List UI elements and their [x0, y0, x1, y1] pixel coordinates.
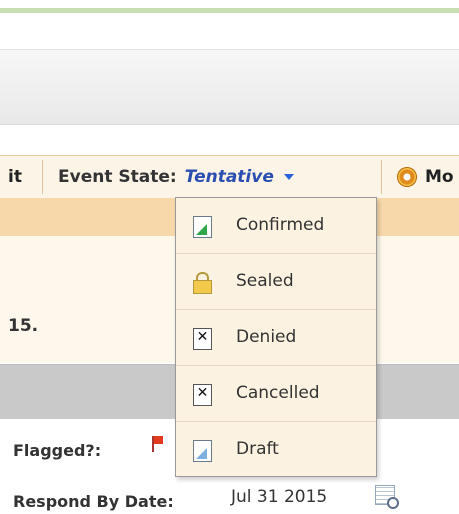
menu-item-sealed[interactable]: Sealed	[176, 254, 376, 310]
more-menu-label: Mo	[425, 167, 454, 187]
respond-by-label: Respond By Date:	[13, 492, 174, 511]
menu-item-label: Sealed	[236, 271, 294, 291]
confirmed-doc-icon	[193, 216, 212, 238]
x-box-icon: ✕	[193, 384, 212, 406]
event-toolbar: it Event State: Tentative Mo	[0, 155, 459, 199]
flagged-label: Flagged?:	[13, 441, 102, 460]
menu-item-label: Confirmed	[236, 215, 325, 235]
header-band	[0, 49, 459, 125]
menu-item-denied[interactable]: ✕ Denied	[176, 310, 376, 366]
toolbar-separator	[381, 160, 382, 194]
calendar-icon[interactable]	[375, 485, 399, 509]
chevron-down-icon	[283, 174, 294, 180]
event-state-dropdown-button[interactable]: Event State: Tentative	[58, 156, 294, 198]
menu-item-draft[interactable]: Draft	[176, 422, 376, 477]
toolbar-separator	[42, 160, 43, 194]
gear-icon	[397, 167, 417, 187]
menu-item-label: Cancelled	[236, 383, 320, 403]
more-menu-button[interactable]: Mo	[397, 156, 454, 198]
x-box-icon: ✕	[193, 328, 212, 350]
draft-doc-icon	[193, 440, 212, 462]
event-state-value: Tentative	[184, 167, 274, 187]
respond-by-value[interactable]: Jul 31 2015	[231, 487, 327, 507]
event-state-label: Event State:	[58, 167, 177, 187]
event-state-menu: Confirmed Sealed ✕ Denied ✕ Cancelled Dr…	[175, 197, 377, 477]
top-accent-line	[0, 0, 459, 14]
toolbar-item-fragment[interactable]: it	[8, 156, 22, 198]
flag-icon[interactable]	[152, 436, 166, 452]
menu-item-label: Denied	[236, 327, 297, 347]
menu-item-cancelled[interactable]: ✕ Cancelled	[176, 366, 376, 422]
menu-item-confirmed[interactable]: Confirmed	[176, 198, 376, 254]
menu-item-label: Draft	[236, 439, 279, 459]
lock-icon	[193, 272, 212, 294]
content-text: 15.	[8, 316, 39, 336]
